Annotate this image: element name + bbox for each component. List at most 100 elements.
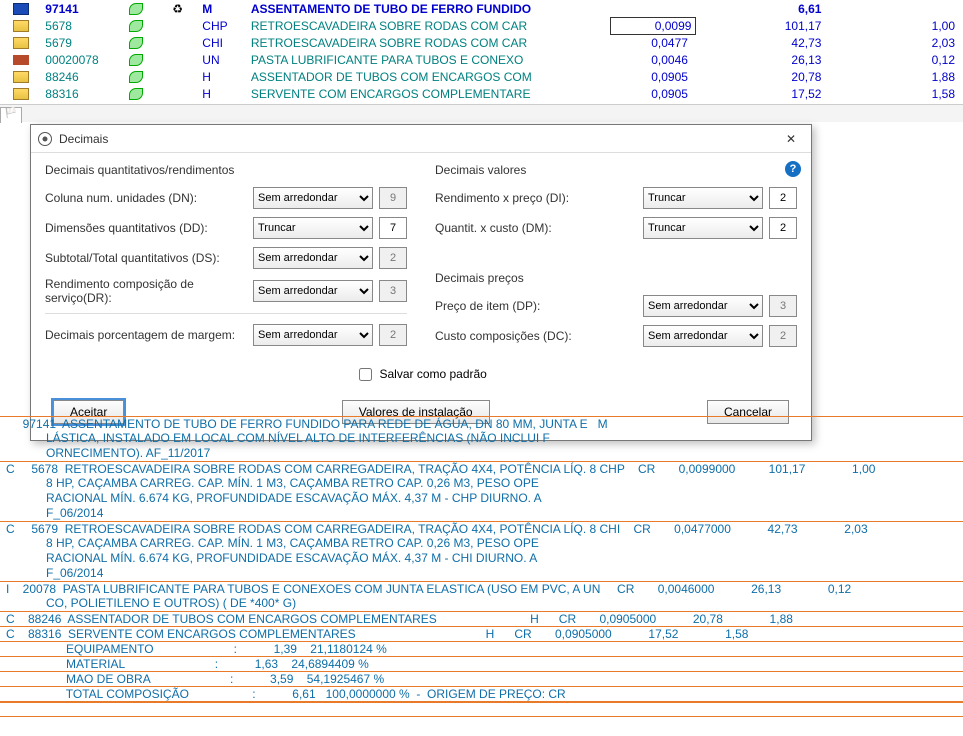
listing-line: 8 HP, CAÇAMBA CARREG. CAP. MÍN. 1 M3, CA… bbox=[0, 536, 963, 551]
leaf-icon bbox=[129, 88, 143, 100]
listing-line: RACIONAL MÍN. 6.674 KG, PROFUNDIDADE ESC… bbox=[0, 551, 963, 566]
right2-row-0-value[interactable] bbox=[769, 295, 797, 317]
right1-row-1-label: Quantit. x custo (DM): bbox=[435, 221, 643, 235]
desc-cell: ASSENTADOR DE TUBOS COM ENCARGOS COM bbox=[247, 68, 611, 85]
left-row-3-value[interactable] bbox=[379, 280, 407, 302]
grid-row[interactable]: 88246 HASSENTADOR DE TUBOS COM ENCARGOS C… bbox=[0, 68, 963, 85]
qty-cell[interactable]: 0,0905 bbox=[611, 68, 696, 85]
right2-row-1-combo[interactable]: Sem arredondarTruncar bbox=[643, 325, 763, 347]
margin-combo[interactable]: Sem arredondar bbox=[253, 324, 373, 346]
left-row-0-value[interactable] bbox=[379, 187, 407, 209]
listing-line: LÁSTICA, INSTALADO EM LOCAL COM NÍVEL AL… bbox=[0, 431, 963, 446]
tab-strip[interactable]: 🏳️ bbox=[0, 104, 963, 122]
total-cell bbox=[829, 0, 963, 17]
desc-cell: RETROESCAVADEIRA SOBRE RODAS COM CAR bbox=[247, 17, 611, 34]
left-row-2-label: Subtotal/Total quantitativos (DS): bbox=[45, 251, 253, 265]
report-listing: 97141 ASSENTAMENTO DE TUBO DE FERRO FUND… bbox=[0, 416, 963, 731]
recycle-icon bbox=[157, 34, 198, 51]
leaf-icon bbox=[129, 37, 143, 49]
left-row-2-value[interactable] bbox=[379, 247, 407, 269]
price-cell: 26,13 bbox=[696, 51, 830, 68]
composition-grid[interactable]: 97141 ♻MASSENTAMENTO DE TUBO DE FERRO FUN… bbox=[0, 0, 963, 102]
recycle-icon bbox=[157, 51, 198, 68]
code-cell: 5679 bbox=[41, 34, 116, 51]
left-row-1-combo[interactable]: Sem arredondarTruncar bbox=[253, 217, 373, 239]
total-cell: 2,03 bbox=[829, 34, 963, 51]
margin-value[interactable] bbox=[379, 324, 407, 346]
tab-1[interactable]: 🏳️ bbox=[0, 107, 22, 123]
leaf-icon bbox=[129, 54, 143, 66]
listing-line bbox=[0, 716, 963, 731]
close-button[interactable]: ✕ bbox=[777, 128, 805, 150]
qty-cell[interactable]: 0,0905 bbox=[611, 85, 696, 102]
code-cell: 5678 bbox=[41, 17, 116, 34]
listing-line: ORNECIMENTO). AF_11/2017 bbox=[0, 446, 963, 461]
right1-row-1-combo[interactable]: Sem arredondarTruncar bbox=[643, 217, 763, 239]
recycle-icon bbox=[157, 85, 198, 102]
qty-cell[interactable]: 0,0046 bbox=[611, 51, 696, 68]
right1-row-0-combo[interactable]: Sem arredondarTruncar bbox=[643, 187, 763, 209]
code-cell: 88316 bbox=[41, 85, 116, 102]
right1-row-0-label: Rendimento x preço (DI): bbox=[435, 191, 643, 205]
grid-row[interactable]: 00020078UNPASTA LUBRIFICANTE PARA TUBOS … bbox=[0, 51, 963, 68]
qty-cell[interactable]: 0,0099 bbox=[611, 17, 696, 34]
unit-cell: CHI bbox=[198, 34, 247, 51]
right1-row-1-value[interactable] bbox=[769, 217, 797, 239]
total-cell: 1,00 bbox=[829, 17, 963, 34]
desc-cell: ASSENTAMENTO DE TUBO DE FERRO FUNDIDO bbox=[247, 0, 611, 17]
price-cell: 101,17 bbox=[696, 17, 830, 34]
left-heading: Decimais quantitativos/rendimentos bbox=[45, 163, 407, 177]
price-cell: 20,78 bbox=[696, 68, 830, 85]
listing-line: C 88246 ASSENTADOR DE TUBOS COM ENCARGOS… bbox=[0, 611, 963, 626]
recycle-icon bbox=[157, 17, 198, 34]
left-column: Decimais quantitativos/rendimentos Colun… bbox=[45, 163, 407, 355]
brick-icon bbox=[13, 55, 29, 65]
right-heading1: Decimais valores bbox=[435, 163, 797, 177]
grid-row[interactable]: 97141 ♻MASSENTAMENTO DE TUBO DE FERRO FUN… bbox=[0, 0, 963, 17]
desc-cell: PASTA LUBRIFICANTE PARA TUBOS E CONEXO bbox=[247, 51, 611, 68]
listing-line: C 88316 SERVENTE COM ENCARGOS COMPLEMENT… bbox=[0, 626, 963, 641]
listing-line: 8 HP, CAÇAMBA CARREG. CAP. MÍN. 1 M3, CA… bbox=[0, 476, 963, 491]
grid-row[interactable]: 88316HSERVENTE COM ENCARGOS COMPLEMENTAR… bbox=[0, 85, 963, 102]
listing-line: F_06/2014 bbox=[0, 566, 963, 581]
dialog-titlebar: Decimais ✕ bbox=[31, 125, 811, 153]
price-cell: 6,61 bbox=[696, 0, 830, 17]
listing-line: F_06/2014 bbox=[0, 506, 963, 521]
grid-row[interactable]: 5679 CHIRETROESCAVADEIRA SOBRE RODAS COM … bbox=[0, 34, 963, 51]
listing-line: I 20078 PASTA LUBRIFICANTE PARA TUBOS E … bbox=[0, 581, 963, 596]
left-row-3-combo[interactable]: Sem arredondarTruncar bbox=[253, 280, 373, 302]
save-default-label[interactable]: Salvar como padrão bbox=[355, 367, 487, 381]
left-row-2-combo[interactable]: Sem arredondarTruncar bbox=[253, 247, 373, 269]
left-row-3-label: Rendimento composição de serviço(DR): bbox=[45, 277, 253, 305]
right2-row-1-value[interactable] bbox=[769, 325, 797, 347]
qty-cell[interactable] bbox=[611, 0, 696, 17]
right1-row-0-value[interactable] bbox=[769, 187, 797, 209]
folder-icon bbox=[13, 37, 29, 49]
listing-line: MAO DE OBRA : 3,59 54,1925467 % bbox=[0, 671, 963, 686]
leaf-icon bbox=[129, 71, 143, 83]
code-cell: 88246 bbox=[41, 68, 116, 85]
left-row-0-combo[interactable]: Sem arredondarTruncar bbox=[253, 187, 373, 209]
listing-line: C 5678 RETROESCAVADEIRA SOBRE RODAS COM … bbox=[0, 461, 963, 476]
right2-row-0-combo[interactable]: Sem arredondarTruncar bbox=[643, 295, 763, 317]
grid-row[interactable]: 5678CHPRETROESCAVADEIRA SOBRE RODAS COM … bbox=[0, 17, 963, 34]
leaf-icon bbox=[129, 20, 143, 32]
listing-line: RACIONAL MÍN. 6.674 KG, PROFUNDIDADE ESC… bbox=[0, 491, 963, 506]
listing-line: C 5679 RETROESCAVADEIRA SOBRE RODAS COM … bbox=[0, 521, 963, 536]
desc-cell: SERVENTE COM ENCARGOS COMPLEMENTARE bbox=[247, 85, 611, 102]
folder-icon bbox=[13, 71, 29, 83]
left-row-1-value[interactable] bbox=[379, 217, 407, 239]
decimais-dialog: Decimais ✕ ? Decimais quantitativos/rend… bbox=[30, 124, 812, 441]
qty-cell[interactable]: 0,0477 bbox=[611, 34, 696, 51]
recycle-icon: ♻ bbox=[157, 0, 198, 17]
code-cell: 97141 bbox=[41, 0, 116, 17]
left-row-1-label: Dimensões quantitativos (DD): bbox=[45, 221, 253, 235]
desc-cell: RETROESCAVADEIRA SOBRE RODAS COM CAR bbox=[247, 34, 611, 51]
gear-icon bbox=[37, 131, 53, 147]
unit-cell: H bbox=[198, 68, 247, 85]
unit-cell: M bbox=[198, 0, 247, 17]
save-default-checkbox[interactable] bbox=[359, 368, 372, 381]
help-icon[interactable]: ? bbox=[785, 161, 801, 177]
folder-icon bbox=[13, 88, 29, 100]
unit-cell: UN bbox=[198, 51, 247, 68]
